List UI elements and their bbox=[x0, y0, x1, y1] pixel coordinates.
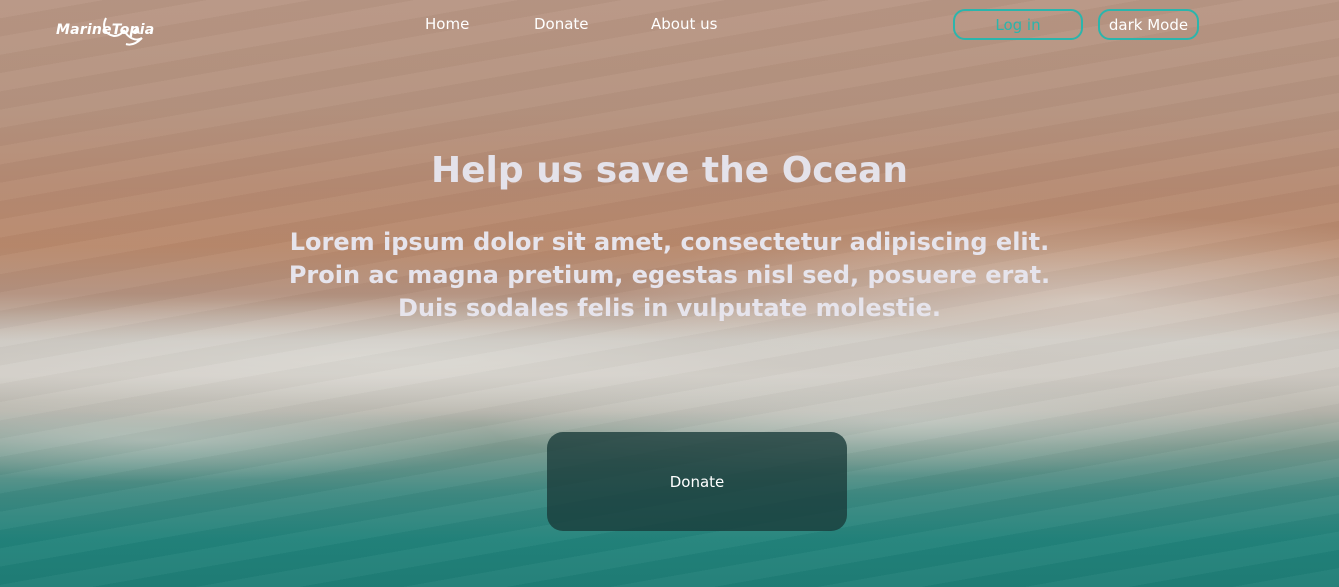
hero-description-line: Lorem ipsum dolor sit amet, consectetur … bbox=[289, 228, 1050, 256]
login-button[interactable]: Log in bbox=[953, 9, 1083, 40]
hero-description-line: Proin ac magna pretium, egestas nisl sed… bbox=[288, 261, 1051, 289]
hero-description: Lorem ipsum dolor sit amet, consectetur … bbox=[0, 226, 1339, 325]
nav-donate-link[interactable]: Donate bbox=[534, 15, 589, 33]
whale-tail-icon bbox=[103, 17, 143, 46]
hero-description-line: Duis sodales felis in vulputate molestie… bbox=[397, 294, 942, 322]
nav-about-link[interactable]: About us bbox=[651, 15, 717, 33]
navbar: MarineTopia Home Donate About us Log in … bbox=[0, 0, 1339, 50]
donate-button[interactable]: Donate bbox=[547, 432, 847, 531]
nav-home-link[interactable]: Home bbox=[425, 15, 469, 33]
dark-mode-toggle[interactable]: dark Mode bbox=[1098, 9, 1199, 40]
hero-title: Help us save the Ocean bbox=[431, 150, 908, 191]
